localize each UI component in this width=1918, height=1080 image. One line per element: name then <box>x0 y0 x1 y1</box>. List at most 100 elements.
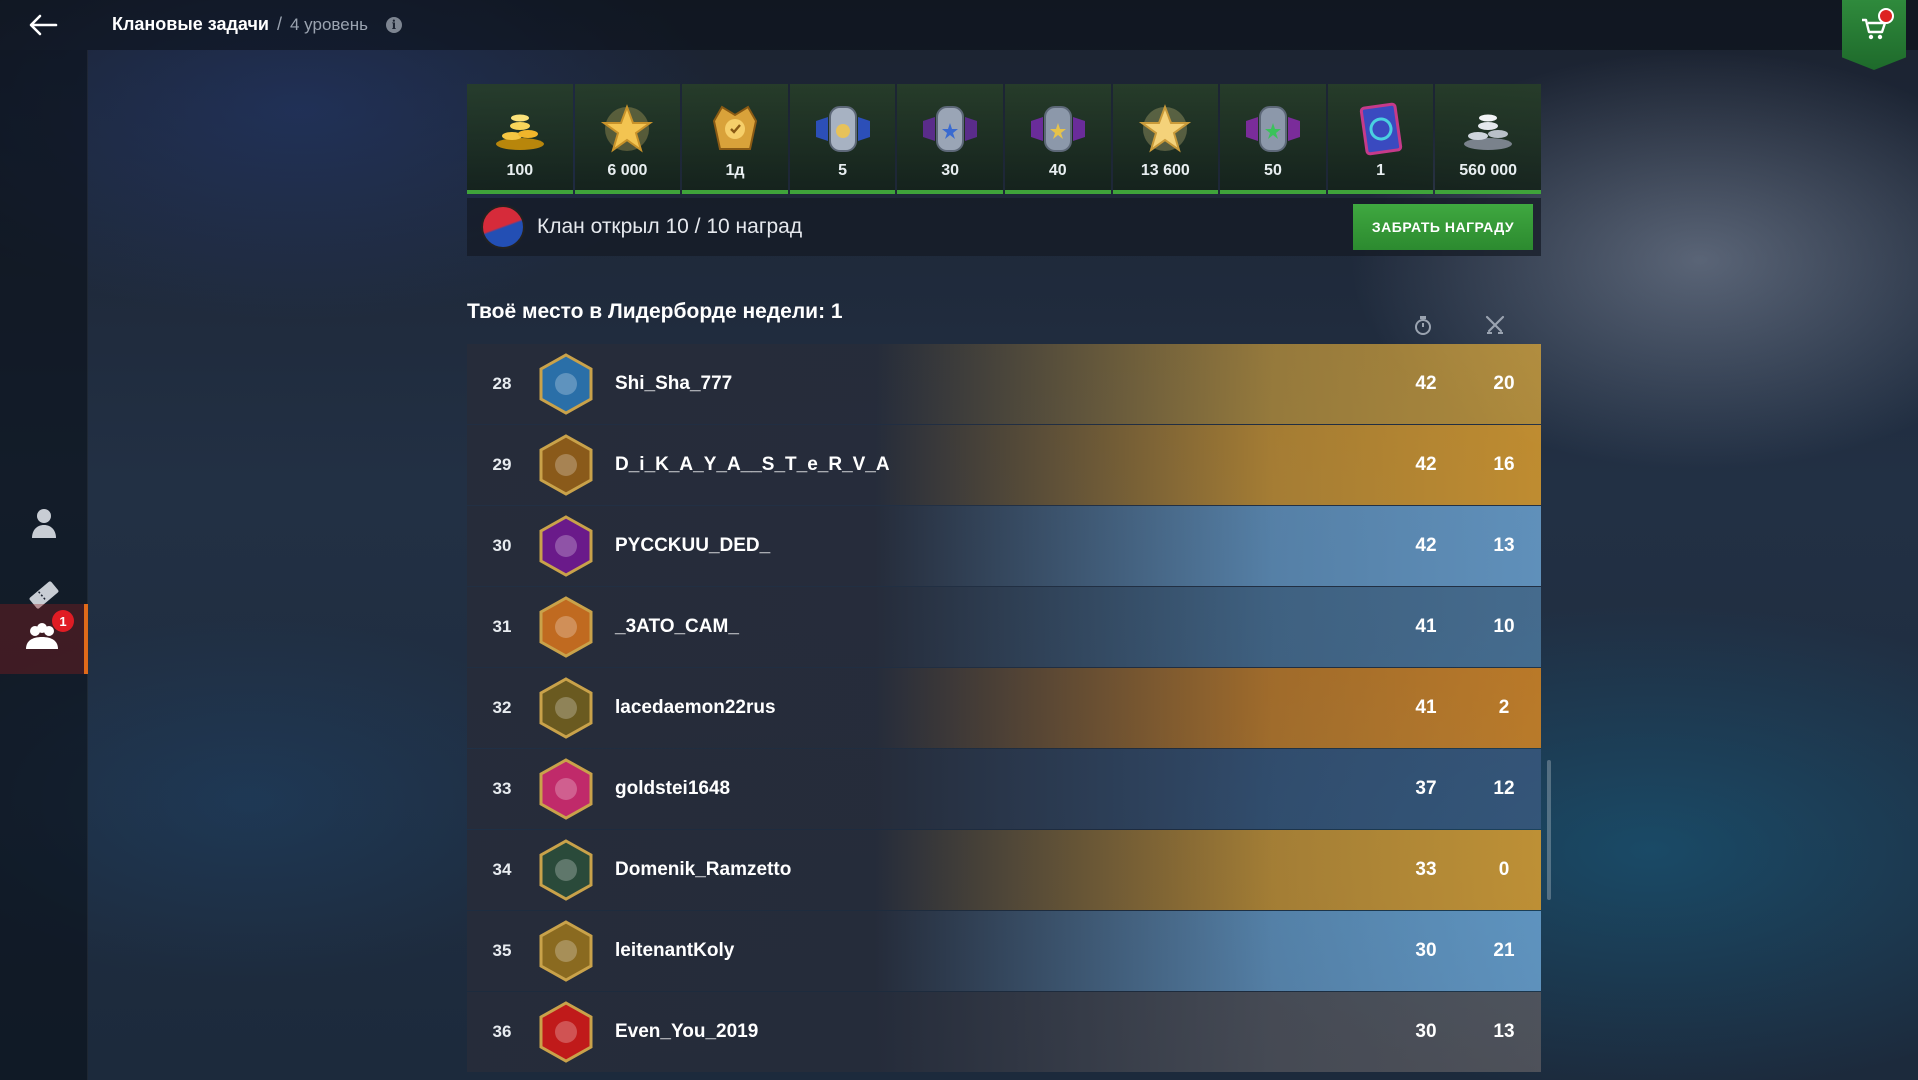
reward-value: 13 600 <box>1140 162 1190 179</box>
table-row[interactable]: 30 PYCCKUU_DED_ 42 13 <box>467 506 1541 586</box>
reward-value: 5 <box>838 162 848 179</box>
player-name: Shi_Sha_777 <box>615 373 733 394</box>
rank-number: 30 <box>492 536 512 555</box>
clan-emblem-icon <box>537 596 595 658</box>
table-row[interactable]: 35 leitenantKoly 30 21 <box>467 911 1541 991</box>
sidebar-item-clan-tasks[interactable]: 1 <box>0 604 88 674</box>
reward-value: 50 <box>1264 162 1282 179</box>
reward-item[interactable]: 50 <box>1220 84 1326 194</box>
top-bar: Клановые задачи / 4 уровень i <box>0 0 1918 70</box>
reward-value: 40 <box>1048 162 1067 179</box>
reward-value: 100 <box>506 162 534 179</box>
rewards-strip: 100 6 000 1д 5 30 40 13 600 50 1 560 000 <box>467 84 1541 194</box>
reward-item[interactable]: 5 <box>789 84 896 194</box>
clan-rewards-status: Клан открыл 10 / 10 наград <box>537 215 803 238</box>
rank-number: 33 <box>492 779 512 798</box>
sidebar: 1 <box>0 50 88 1080</box>
battles-stat: 41 <box>1415 697 1437 718</box>
battles-stat: 42 <box>1415 373 1437 394</box>
reward-item[interactable]: 30 <box>897 84 1003 194</box>
notification-badge: 1 <box>52 610 74 632</box>
gold-coins-icon <box>490 100 550 158</box>
leaderboard-title: Твоё место в Лидерборде недели: 1 <box>467 300 843 323</box>
reward-item[interactable]: 1 <box>1327 84 1434 194</box>
reward-item[interactable]: 100 <box>467 84 573 194</box>
clan-emblem-icon <box>537 839 595 901</box>
blue-crew-badge-icon <box>813 100 873 158</box>
table-row[interactable]: 28 Shi_Sha_777 42 20 <box>467 344 1541 424</box>
battles-stat: 30 <box>1415 1021 1437 1042</box>
profile-icon <box>28 506 60 545</box>
rank-number: 32 <box>492 698 512 717</box>
battles-stat: 42 <box>1415 535 1437 556</box>
clan-emblem-icon <box>537 920 595 982</box>
player-name: goldstei1648 <box>615 778 731 799</box>
leaderboard-list: 28 Shi_Sha_777 42 20 29 D_i_K_A_Y_A__S_T_e_R_… <box>467 344 1541 1073</box>
clan-emblem-icon <box>537 1001 595 1063</box>
free-xp-star-icon <box>1135 100 1195 158</box>
purple-crew-badge-icon <box>1028 100 1088 158</box>
clan-emblem-icon <box>537 434 595 496</box>
table-row[interactable]: 33 goldstei1648 37 12 <box>467 749 1541 829</box>
table-row[interactable]: 34 Domenik_Ramzetto 33 0 <box>467 830 1541 910</box>
player-name: D_i_K_A_Y_A__S_T_e_R_V_A <box>615 454 890 475</box>
rank-number: 34 <box>492 860 512 879</box>
crossed-swords-icon <box>1484 314 1506 336</box>
reward-value: 1 <box>1376 162 1385 179</box>
star-xp-icon <box>597 100 657 158</box>
sidebar-item-profile[interactable] <box>0 490 88 560</box>
silver-credits-icon <box>1458 100 1518 158</box>
wins-stat: 21 <box>1493 940 1515 961</box>
wins-stat: 13 <box>1493 1021 1515 1042</box>
scrollbar[interactable] <box>1547 760 1551 900</box>
reward-item[interactable]: 13 600 <box>1112 84 1219 194</box>
wins-stat: 0 <box>1498 859 1510 880</box>
player-name: lacedaemon22rus <box>615 697 776 718</box>
clan-status-row: Клан открыл 10 / 10 наград ЗАБРАТЬ НАГРА… <box>467 198 1541 256</box>
battles-stat: 42 <box>1415 454 1437 475</box>
table-row[interactable]: 36 Even_You_2019 30 13 <box>467 992 1541 1072</box>
player-name: _3ATO_CAM_ <box>615 616 739 637</box>
player-name: leitenantKoly <box>615 940 735 961</box>
gift-badge-icon <box>1878 8 1894 24</box>
reward-item[interactable]: 40 <box>1004 84 1111 194</box>
wins-stat: 2 <box>1498 697 1510 718</box>
rank-number: 36 <box>492 1022 512 1041</box>
battles-stat: 37 <box>1415 778 1437 799</box>
back-arrow-icon[interactable] <box>26 10 60 40</box>
breadcrumb-separator: / <box>276 14 282 34</box>
level-label: 4 уровень <box>290 14 368 34</box>
reward-item[interactable]: 560 000 <box>1435 84 1541 194</box>
reward-item[interactable]: 6 000 <box>574 84 681 194</box>
battles-stat: 41 <box>1415 616 1437 637</box>
clan-emblem-icon <box>537 353 595 415</box>
clan-emblem-icon <box>537 758 595 820</box>
wins-stat: 10 <box>1493 616 1515 637</box>
rank-number: 35 <box>492 941 512 960</box>
reward-value: 1д <box>725 162 745 179</box>
reward-value: 6 000 <box>607 162 648 179</box>
reward-value: 30 <box>941 162 960 179</box>
wins-stat: 20 <box>1493 373 1515 394</box>
table-row[interactable]: 32 lacedaemon22rus 41 2 <box>467 668 1541 748</box>
page-title: Клановые задачи <box>112 14 269 34</box>
clan-emblem-icon <box>537 515 595 577</box>
shop-button[interactable] <box>1842 0 1906 70</box>
info-icon[interactable]: i <box>385 16 402 33</box>
silver-crew-badge-icon <box>920 100 980 158</box>
table-row[interactable]: 31 _3ATO_CAM_ 41 10 <box>467 587 1541 667</box>
rank-number: 29 <box>492 455 512 474</box>
player-name: PYCCKUU_DED_ <box>615 535 771 556</box>
table-row[interactable]: 29 D_i_K_A_Y_A__S_T_e_R_V_A 42 16 <box>467 425 1541 505</box>
player-name: Even_You_2019 <box>615 1021 759 1042</box>
wins-stat: 16 <box>1493 454 1515 475</box>
battles-stat: 30 <box>1415 940 1437 961</box>
reward-item[interactable]: 1д <box>682 84 788 194</box>
player-name: Domenik_Ramzetto <box>615 859 792 880</box>
camo-card-icon <box>1351 100 1411 158</box>
clan-emblem-icon <box>537 677 595 739</box>
claim-reward-button[interactable]: ЗАБРАТЬ НАГРАДУ <box>1353 204 1533 250</box>
green-crew-badge-icon <box>1243 100 1303 158</box>
wins-stat: 13 <box>1493 535 1515 556</box>
rank-number: 31 <box>492 617 512 636</box>
